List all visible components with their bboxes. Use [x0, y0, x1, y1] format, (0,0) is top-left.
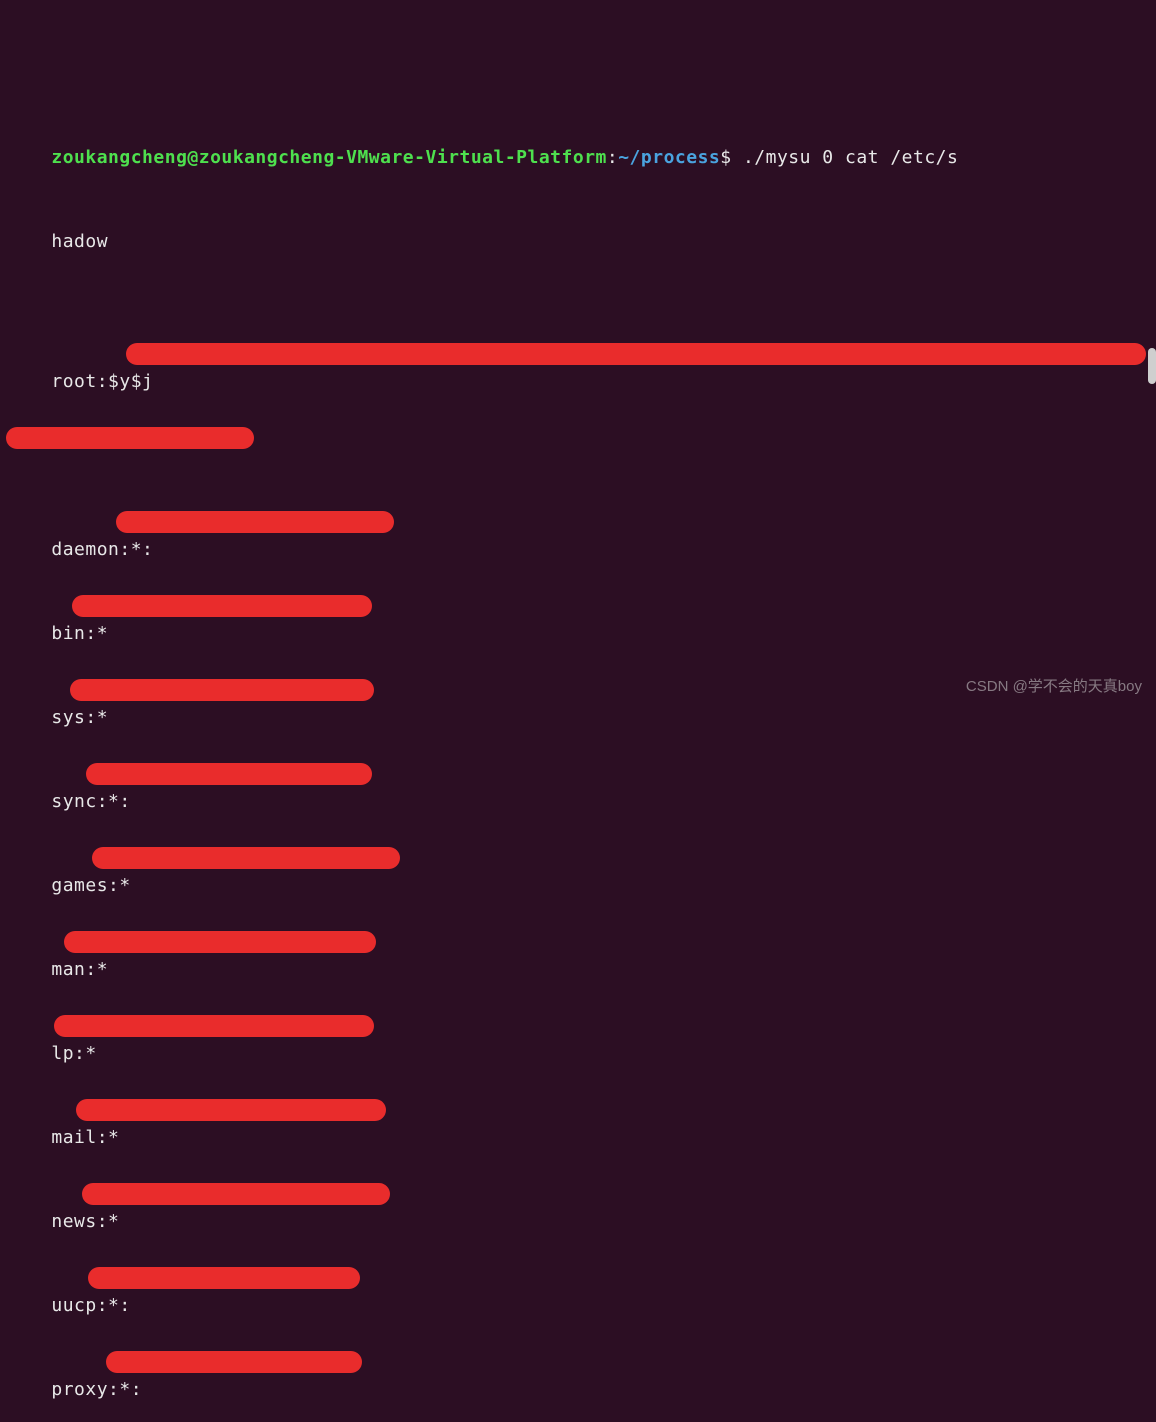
output-root-wrap: [6, 424, 1150, 452]
command-text-wrap: hadow: [51, 231, 108, 252]
watermark: CSDN @学不会的天真boy: [966, 673, 1142, 701]
output-lp: lp:*: [6, 1012, 1150, 1040]
output-proxy: proxy:*:: [6, 1348, 1150, 1376]
output-games: games:*: [6, 844, 1150, 872]
user-host: zoukangcheng@zoukangcheng-VMware-Virtual…: [51, 147, 607, 168]
output-root: root:$y$j: [6, 340, 1150, 368]
prompt-symbol: $: [720, 147, 731, 168]
output-uucp: uucp:*:: [6, 1264, 1150, 1292]
prompt-line: zoukangcheng@zoukangcheng-VMware-Virtual…: [6, 116, 1150, 144]
output-man: man:*: [6, 928, 1150, 956]
command-text: ./mysu 0 cat /etc/s: [743, 147, 958, 168]
prompt-line-wrap: hadow: [6, 200, 1150, 228]
prompt-path: ~/process: [618, 147, 720, 168]
output-daemon: daemon:*:: [6, 508, 1150, 536]
output-sync: sync:*:: [6, 760, 1150, 788]
output-news: news:*: [6, 1180, 1150, 1208]
terminal-window[interactable]: zoukangcheng@zoukangcheng-VMware-Virtual…: [6, 4, 1150, 1422]
prompt-separator: :: [607, 147, 618, 168]
output-bin: bin:*: [6, 592, 1150, 620]
output-mail: mail:*: [6, 1096, 1150, 1124]
scrollbar-thumb[interactable]: [1148, 348, 1156, 384]
